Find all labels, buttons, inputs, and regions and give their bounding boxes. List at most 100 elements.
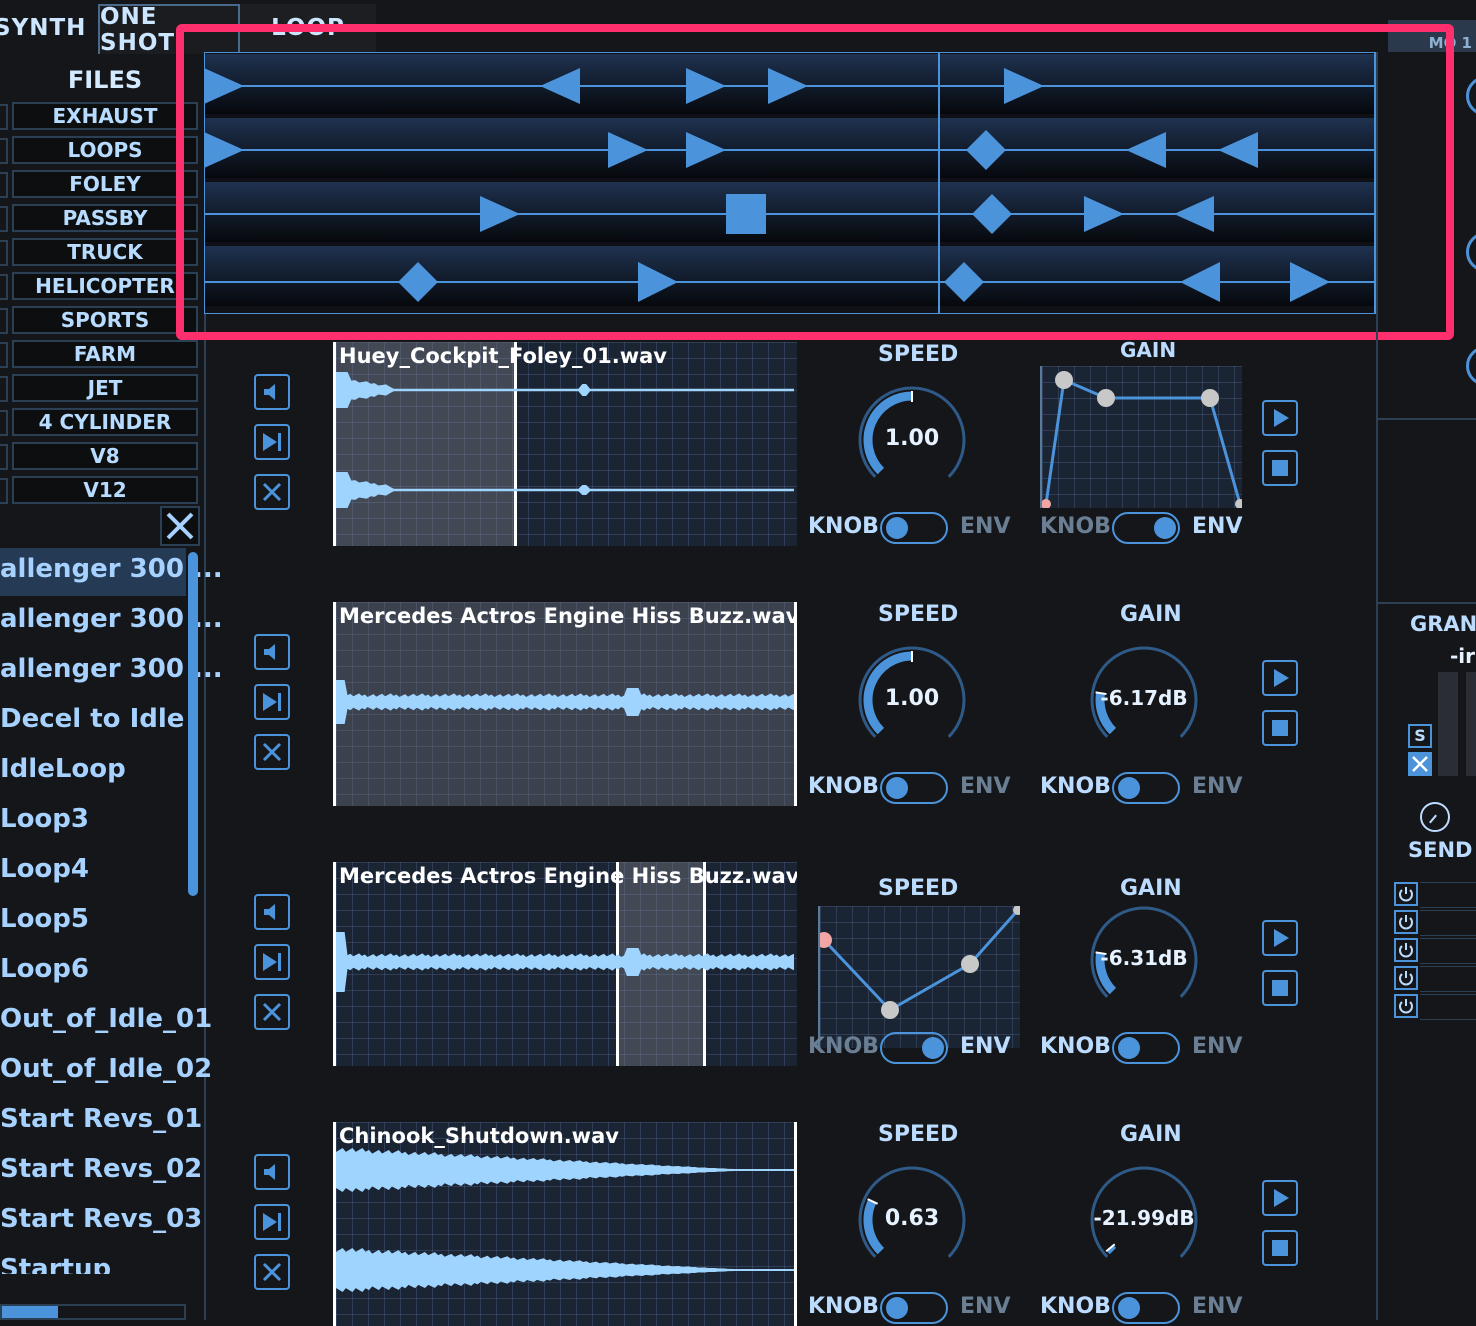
power-icon (1399, 887, 1413, 902)
stop-icon (1272, 460, 1288, 476)
play-button[interactable] (1262, 920, 1298, 956)
power-row-line (1420, 994, 1476, 1020)
remove-sample-button[interactable] (254, 994, 290, 1030)
speed-mode-toggle[interactable] (880, 772, 948, 804)
power-row-line (1420, 882, 1476, 908)
waveform-display[interactable]: Chinook_Shutdown.wav (333, 1122, 797, 1326)
play-button[interactable] (1262, 400, 1298, 436)
remove-sample-button[interactable] (254, 474, 290, 510)
play-icon (1274, 929, 1289, 947)
file-list-item[interactable]: Loop5 (0, 904, 89, 934)
power-icon (1399, 971, 1413, 986)
gain-envelope[interactable] (1040, 366, 1245, 509)
play-button[interactable] (1262, 1180, 1298, 1216)
power-row-line (1420, 910, 1476, 936)
category-item[interactable]: JET (12, 374, 198, 402)
speed-env-mode-label: ENV (960, 1294, 1011, 1319)
category-item[interactable]: HELICOPTER (12, 272, 198, 300)
gain-label: GAIN (1120, 876, 1182, 901)
category-side-edge (0, 308, 8, 334)
skip-play-button[interactable] (254, 424, 290, 460)
power-toggle[interactable] (1394, 994, 1418, 1018)
mute-button[interactable] (1408, 752, 1432, 776)
right-knob-partial-2[interactable] (1466, 232, 1476, 272)
category-item[interactable]: FOLEY (12, 170, 198, 198)
stop-button[interactable] (1262, 970, 1298, 1006)
skip-play-button[interactable] (254, 1204, 290, 1240)
file-list-item[interactable]: Startup (0, 1254, 111, 1274)
close-icon (262, 1262, 282, 1282)
waveform-display[interactable]: Mercedes Actros Engine Hiss Buzz.wav (333, 602, 797, 806)
file-list-item[interactable]: Start Revs_02 (0, 1154, 202, 1184)
play-button[interactable] (1262, 660, 1298, 696)
waveform-display[interactable]: Huey_Cockpit_Foley_01.wav (333, 342, 797, 546)
stop-button[interactable] (1262, 450, 1298, 486)
gain-env-mode-label: ENV (1192, 514, 1243, 539)
category-item[interactable]: FARM (12, 340, 198, 368)
gain-mode-toggle[interactable] (1112, 772, 1180, 804)
power-row-line (1420, 938, 1476, 964)
preview-button[interactable] (254, 374, 290, 410)
remove-sample-button[interactable] (254, 734, 290, 770)
right-knob-partial-1[interactable] (1466, 76, 1476, 116)
file-list-item[interactable]: Loop6 (0, 954, 89, 984)
file-list-scrollbar[interactable] (188, 552, 198, 896)
skip-play-button[interactable] (254, 944, 290, 980)
waveform-graphic (336, 602, 794, 806)
file-list-item[interactable]: Decel to Idle (0, 704, 184, 734)
power-toggle[interactable] (1394, 910, 1418, 934)
power-toggle[interactable] (1394, 938, 1418, 962)
file-list-item[interactable]: Out_of_Idle_01 (0, 1004, 212, 1034)
gain-env-mode-label: ENV (1192, 774, 1243, 799)
gain-mode-toggle[interactable] (1112, 1292, 1180, 1324)
preview-button[interactable] (254, 1154, 290, 1190)
send-label: SEND (1408, 838, 1473, 862)
file-list-item[interactable]: Loop3 (0, 804, 89, 834)
close-list-button[interactable] (160, 506, 200, 546)
speed-mode-toggle[interactable] (880, 1032, 948, 1064)
power-icon (1399, 915, 1413, 930)
category-item[interactable]: LOOPS (12, 136, 198, 164)
gain-mode-toggle[interactable] (1112, 1032, 1180, 1064)
preview-button[interactable] (254, 634, 290, 670)
file-list-item[interactable]: IdleLoop (0, 754, 126, 784)
solo-button[interactable]: S (1408, 724, 1432, 748)
remove-sample-button[interactable] (254, 1254, 290, 1290)
category-item[interactable]: EXHAUST (12, 102, 198, 130)
bottom-progress[interactable] (0, 1304, 186, 1320)
file-list-item[interactable]: Start Revs_01 (0, 1104, 202, 1134)
files-header: FILES (67, 66, 143, 94)
category-item[interactable]: SPORTS (12, 306, 198, 334)
category-side-edge (0, 444, 8, 470)
category-item[interactable]: V8 (12, 442, 198, 470)
toggle-knob (922, 1037, 944, 1059)
category-item[interactable]: V12 (12, 476, 198, 504)
category-side-edge (0, 410, 8, 436)
close-icon (262, 742, 282, 762)
meter-left (1438, 672, 1458, 776)
tab-synth[interactable]: SYNTH (0, 4, 96, 52)
gain-mode-toggle[interactable] (1112, 512, 1180, 544)
waveform-display[interactable]: Mercedes Actros Engine Hiss Buzz.wav (333, 862, 797, 1066)
waveform-graphic (336, 342, 794, 546)
category-item[interactable]: 4 CYLINDER (12, 408, 198, 436)
file-list-item[interactable]: Out_of_Idle_02 (0, 1054, 212, 1084)
skip-play-button[interactable] (254, 684, 290, 720)
speed-label: SPEED (878, 876, 959, 901)
category-item[interactable]: PASSBY (12, 204, 198, 232)
right-knob-partial-3[interactable] (1466, 346, 1476, 386)
file-list-item[interactable]: Start Revs_03 (0, 1204, 202, 1234)
stop-button[interactable] (1262, 1230, 1298, 1266)
category-item[interactable]: TRUCK (12, 238, 198, 266)
speed-mode-toggle[interactable] (880, 512, 948, 544)
power-toggle[interactable] (1394, 882, 1418, 906)
send-knob[interactable] (1420, 802, 1450, 832)
preview-button[interactable] (254, 894, 290, 930)
speed-mode-toggle[interactable] (880, 1292, 948, 1324)
file-list-item[interactable]: Loop4 (0, 854, 89, 884)
category-side-edge (0, 274, 8, 300)
speed-envelope[interactable] (816, 905, 1023, 1048)
mute-x-icon (1412, 756, 1428, 772)
stop-button[interactable] (1262, 710, 1298, 746)
power-toggle[interactable] (1394, 966, 1418, 990)
